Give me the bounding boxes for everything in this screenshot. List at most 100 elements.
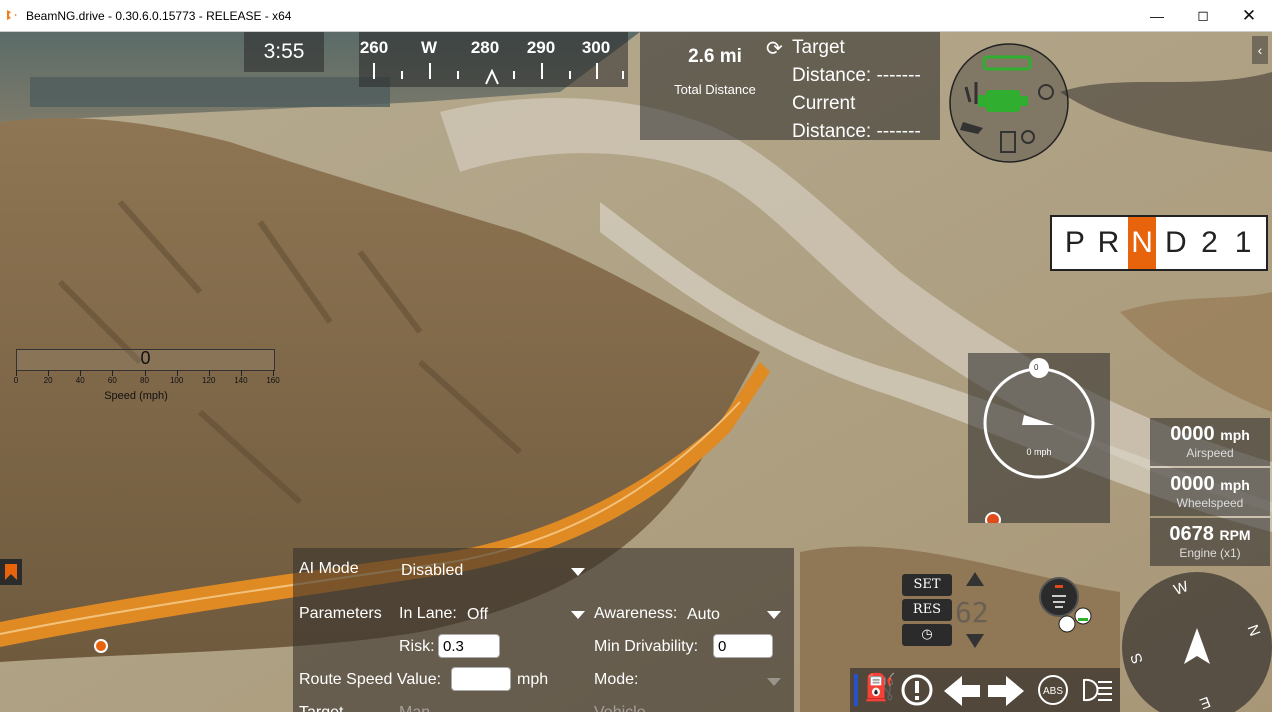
left-turn-signal-icon <box>944 676 980 706</box>
gear-2: 2 <box>1201 226 1218 259</box>
route-speed-input[interactable] <box>451 667 511 691</box>
ai-mode-value: Disabled <box>401 562 464 579</box>
fuel-pump-icon: ⛽ <box>864 672 897 702</box>
heading-caret-icon <box>485 69 499 85</box>
speed-ruler-ticks: 0 20 40 60 80 100 120 140 160 <box>14 370 280 392</box>
map-pin-icon <box>5 564 17 580</box>
chevron-down-icon[interactable] <box>767 678 781 686</box>
airspeed-label: Airspeed <box>1186 446 1234 460</box>
route-speed-label: Route Speed Value: <box>299 671 442 688</box>
min-drivability-label: Min Drivability: <box>594 638 699 655</box>
cruise-speed-value: 62 <box>955 596 989 629</box>
headlight-icon <box>1083 678 1112 702</box>
man-label: Man <box>399 704 430 712</box>
speed-ruler-label: Speed (mph) <box>104 390 168 402</box>
speed-ruler-tick-label: 160 <box>266 376 280 385</box>
gear-d: D <box>1164 226 1187 259</box>
ai-mode-select[interactable]: Disabled <box>393 554 593 584</box>
speed-readouts: 0000 mph Airspeed 0000 mph Wheelspeed 06… <box>1150 418 1270 568</box>
speed-ruler-tick-label: 140 <box>234 376 248 385</box>
game-viewport[interactable]: 3:55 260 W 280 290 300 2.6 mi Total Dist… <box>0 32 1272 712</box>
gear-p: P <box>1064 226 1085 259</box>
vehicle-label: Vehicle <box>594 704 646 712</box>
cruise-res-button[interactable]: RES <box>902 599 952 621</box>
current-distance-line1: Current <box>792 93 856 114</box>
speedometer-needle-value: 0 <box>1034 363 1039 372</box>
gear-r: R <box>1097 226 1120 259</box>
compass-label: 300 <box>581 38 611 57</box>
wheelspeed-label: Wheelspeed <box>1176 496 1244 510</box>
in-lane-value: Off <box>467 606 489 623</box>
compass-label: 280 <box>470 38 500 57</box>
right-turn-signal-icon <box>988 676 1024 706</box>
route-speed-unit: mph <box>517 671 549 688</box>
in-lane-select[interactable]: Off <box>461 600 589 626</box>
indicator-bar: ⛽ ABS <box>850 668 1120 712</box>
speed-ruler-tick-label: 20 <box>43 376 53 385</box>
compass-tick <box>569 71 571 79</box>
close-icon[interactable]: ✕ <box>1226 0 1272 31</box>
risk-input[interactable]: 0.3 <box>438 634 500 658</box>
awareness-value: Auto <box>687 606 720 623</box>
engine-rpm-value: 0678 <box>1169 523 1214 545</box>
gear-1: 1 <box>1234 226 1252 259</box>
engine-rpm-unit: RPM <box>1219 527 1251 543</box>
speed-ruler: 0 <box>16 348 275 371</box>
gear-selector: P R N D 2 1 <box>1050 215 1268 271</box>
cruise-down-arrow-icon[interactable] <box>964 632 986 650</box>
abs-icon: ABS <box>1038 675 1068 705</box>
mode-label: Mode: <box>594 671 639 688</box>
wheelspeed-value: 0000 <box>1170 473 1215 495</box>
window-title: BeamNG.drive - 0.30.6.0.15773 - RELEASE … <box>26 9 292 23</box>
minimap-west-label: W <box>1171 578 1191 599</box>
speed-ruler-tick-label: 40 <box>75 376 85 385</box>
compass-strip: 260 W 280 290 300 <box>359 32 628 87</box>
target-label: Target <box>299 704 343 712</box>
compass-tick <box>373 63 375 79</box>
fuel-level-bar <box>854 674 858 706</box>
airspeed-readout: 0000 mph Airspeed <box>1150 418 1270 466</box>
parameters-label: Parameters <box>299 605 382 622</box>
ai-mode-label: AI Mode <box>299 560 359 577</box>
engine-rpm-label: Engine (x1) <box>1179 546 1241 560</box>
airspeed-value: 0000 <box>1170 423 1215 445</box>
awareness-label: Awareness: <box>594 605 678 622</box>
engine-start-stop-button[interactable] <box>1038 576 1096 638</box>
cruise-up-arrow-icon[interactable] <box>964 570 986 588</box>
beamng-app-icon <box>7 10 17 20</box>
wheelspeed-readout: 0000 mph Wheelspeed <box>1150 468 1270 516</box>
chevron-down-icon <box>571 611 585 619</box>
maximize-icon[interactable]: ◻ <box>1180 0 1226 31</box>
ai-control-panel: AI Mode Disabled Parameters In Lane: Off… <box>293 548 794 712</box>
refresh-icon[interactable]: ⟳ <box>766 36 783 61</box>
player-arrow-icon <box>1184 628 1210 664</box>
minimap-east-label: E <box>1197 692 1213 712</box>
compass-tick <box>429 63 431 79</box>
speed-ruler-tick-label: 100 <box>169 376 184 385</box>
speedometer-panel: 0 0 mph <box>968 353 1110 523</box>
waypoint-marker-icon <box>94 639 108 653</box>
airspeed-unit: mph <box>1220 427 1250 443</box>
window-titlebar: BeamNG.drive - 0.30.6.0.15773 - RELEASE … <box>0 0 1272 32</box>
speedometer-dial <box>983 358 1095 523</box>
map-marker-button[interactable] <box>0 559 22 585</box>
engine-rpm-readout: 0678 RPM Engine (x1) <box>1150 518 1270 566</box>
collapse-chevron-icon[interactable]: ‹ <box>1252 36 1268 64</box>
compass-label: 260 <box>359 38 389 57</box>
chevron-down-icon <box>571 568 585 576</box>
cruise-control-panel: SET RES ◷ <box>902 574 952 649</box>
brake-warning-icon <box>901 674 933 706</box>
compass-tick <box>541 63 543 79</box>
chevron-down-icon <box>767 611 781 619</box>
minimize-icon[interactable]: — <box>1134 0 1180 31</box>
min-drivability-input[interactable]: 0 <box>713 634 773 658</box>
speed-ruler-value: 0 <box>140 348 151 368</box>
compass-tick <box>513 71 515 79</box>
compass-tick <box>457 71 459 79</box>
awareness-select[interactable]: Auto <box>681 600 789 626</box>
speedometer-unit: 0 mph <box>1026 447 1052 457</box>
current-distance-line2: Distance: ------- <box>792 121 921 142</box>
cruise-set-button[interactable]: SET <box>902 574 952 596</box>
cruise-speedometer-icon[interactable]: ◷ <box>902 624 952 646</box>
wheelspeed-unit: mph <box>1220 477 1250 493</box>
